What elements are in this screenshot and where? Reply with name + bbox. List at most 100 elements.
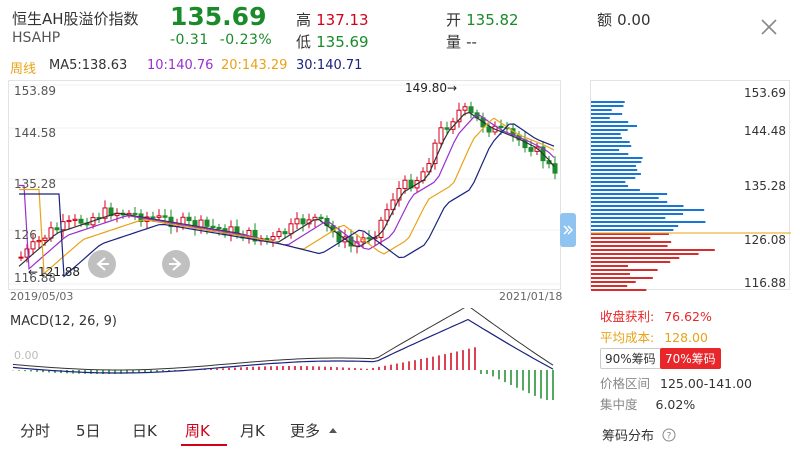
candle-body bbox=[216, 226, 222, 230]
chip-bar bbox=[591, 149, 620, 151]
close-icon[interactable] bbox=[760, 18, 778, 36]
chip-bar bbox=[591, 145, 632, 147]
candle-body bbox=[300, 218, 306, 225]
ma20-value: 20:143.29 bbox=[221, 58, 288, 73]
open-field: 开 135.82 bbox=[446, 9, 519, 30]
candle-body bbox=[150, 216, 156, 219]
volume-field: 量 -- bbox=[446, 31, 477, 52]
chip-bar bbox=[591, 157, 643, 159]
cost-label: 平均成本: bbox=[600, 330, 655, 345]
profit-value: 76.62% bbox=[664, 309, 712, 324]
candle-body bbox=[270, 236, 276, 241]
average-cost: 平均成本: 128.00 bbox=[600, 327, 708, 346]
tab-weekly[interactable]: 周K bbox=[185, 420, 210, 441]
chip-bar bbox=[591, 289, 647, 291]
svg-text:?: ? bbox=[667, 432, 672, 442]
kline-ylabel-4: 126 bbox=[14, 228, 37, 242]
candle-body bbox=[210, 225, 216, 228]
index-name: 恒生AH股溢价指数 bbox=[12, 10, 139, 28]
candle-body bbox=[294, 218, 300, 225]
candle-body bbox=[498, 125, 504, 129]
candle-body bbox=[282, 231, 288, 235]
index-code: HSAHP bbox=[12, 30, 61, 46]
macd-zero-label: 0.00 bbox=[14, 349, 39, 362]
chips-ylabel-3: 135.28 bbox=[744, 179, 786, 193]
chip-bar bbox=[591, 193, 668, 195]
tab-more-label: 更多 bbox=[290, 422, 321, 440]
active-tab-indicator bbox=[181, 444, 227, 446]
chips-70-button[interactable]: 70%筹码 bbox=[660, 348, 721, 369]
chip-bar bbox=[591, 169, 638, 171]
chip-bar bbox=[591, 197, 659, 199]
expand-chips-button[interactable] bbox=[560, 213, 576, 247]
candle-body bbox=[366, 237, 372, 240]
chip-bar bbox=[591, 101, 625, 103]
tab-5day[interactable]: 5日 bbox=[76, 420, 101, 441]
candle-body bbox=[402, 179, 408, 190]
range-label: 价格区间 bbox=[600, 376, 651, 391]
tab-monthly[interactable]: 月K bbox=[240, 420, 265, 441]
chip-bar bbox=[591, 173, 641, 175]
tab-daily[interactable]: 日K bbox=[132, 420, 157, 441]
chip-bar bbox=[591, 185, 629, 187]
chip-distribution-label: 筹码分布 bbox=[602, 429, 655, 444]
high-field: 高 137.13 bbox=[296, 9, 369, 30]
price-change: -0.31 -0.23% bbox=[170, 32, 272, 48]
candle-body bbox=[54, 227, 60, 231]
candle-body bbox=[288, 223, 294, 235]
ma5-value: MA5:138.63 bbox=[49, 58, 128, 73]
help-icon[interactable]: ? bbox=[662, 428, 676, 442]
chip-bar bbox=[591, 225, 679, 227]
chip-bar bbox=[591, 249, 715, 251]
chip-bar bbox=[591, 165, 637, 167]
chips-ylabel-4: 126.08 bbox=[744, 233, 786, 247]
candle-body bbox=[528, 147, 534, 152]
candle-body bbox=[186, 216, 192, 222]
chip-bar bbox=[591, 213, 684, 215]
chips-ylabel-2: 144.48 bbox=[744, 124, 786, 138]
chip-bar bbox=[591, 141, 630, 143]
chip-bar bbox=[591, 105, 624, 107]
chip-bar bbox=[591, 245, 668, 247]
cost-value: 128.00 bbox=[664, 330, 708, 345]
candle-body bbox=[462, 106, 468, 111]
chip-distribution-title[interactable]: 筹码分布 ? bbox=[602, 425, 676, 444]
tab-intraday[interactable]: 分时 bbox=[20, 420, 50, 441]
macd-chart[interactable] bbox=[8, 305, 561, 408]
scroll-right-button[interactable] bbox=[162, 250, 190, 278]
chip-bar bbox=[591, 117, 610, 119]
chip-bar bbox=[591, 181, 626, 183]
date-start: 2019/05/03 bbox=[10, 290, 74, 303]
chip-bar bbox=[591, 113, 623, 115]
chip-bar bbox=[591, 153, 629, 155]
change-percent: -0.23% bbox=[219, 32, 273, 48]
concentration-value: 6.02% bbox=[655, 397, 696, 412]
scroll-left-button[interactable] bbox=[88, 250, 116, 278]
chip-bar bbox=[591, 137, 622, 139]
period-label: 周线 bbox=[10, 62, 37, 77]
candle-body bbox=[276, 231, 282, 238]
profit-ratio: 收盘获利: 76.62% bbox=[600, 306, 712, 325]
chip-bar bbox=[591, 125, 638, 127]
chip-bar bbox=[591, 241, 672, 243]
amount-value: 0.00 bbox=[617, 11, 651, 29]
tab-more[interactable]: 更多 bbox=[290, 420, 338, 441]
candle-body bbox=[132, 212, 138, 215]
chip-bar bbox=[591, 265, 629, 267]
chip-bar bbox=[591, 273, 630, 275]
candle-body bbox=[486, 126, 492, 133]
price-range: 价格区间 125.00-141.00 bbox=[600, 373, 752, 392]
high-label: 高 bbox=[296, 11, 312, 29]
chip-bar bbox=[591, 253, 699, 255]
macd-svg bbox=[12, 305, 554, 400]
candle-body bbox=[42, 237, 48, 241]
min-annotation: ←121.88 bbox=[28, 265, 81, 279]
ma10-value: 10:140.76 bbox=[147, 58, 214, 73]
high-value: 137.13 bbox=[316, 11, 369, 29]
dif-line bbox=[12, 305, 554, 371]
candle-body bbox=[78, 218, 84, 224]
chip-bar bbox=[591, 133, 621, 135]
chips-90-button[interactable]: 90%筹码 bbox=[600, 348, 661, 369]
low-value: 135.69 bbox=[316, 33, 369, 51]
chip-bar bbox=[591, 237, 651, 239]
